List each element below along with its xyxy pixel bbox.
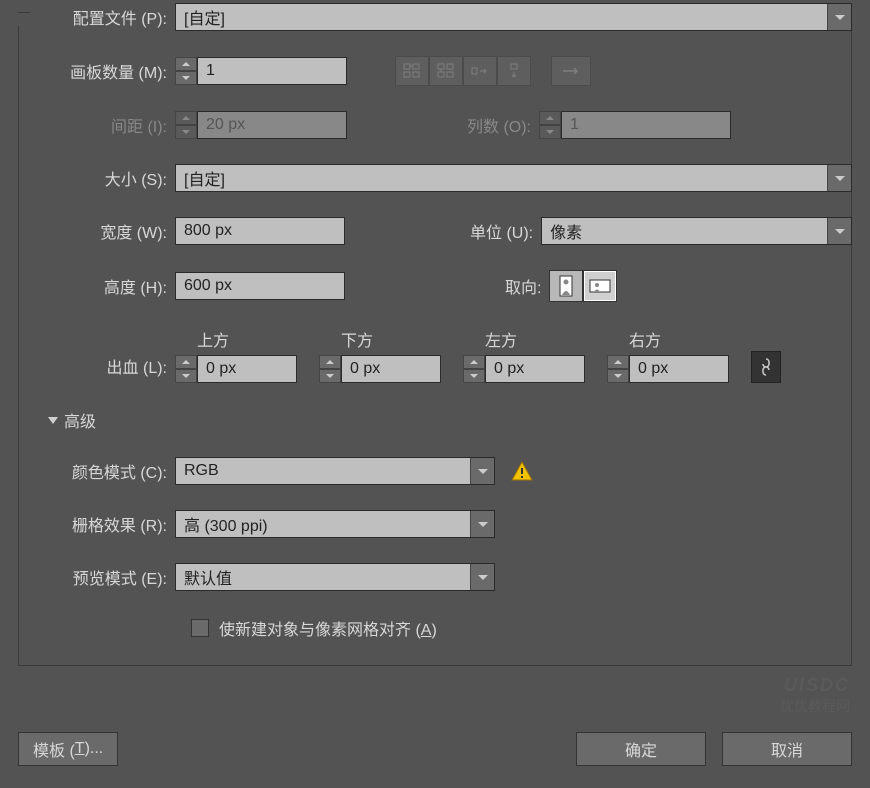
bleed-top-spinner[interactable]	[175, 355, 297, 383]
artboards-input[interactable]	[197, 57, 347, 85]
spin-down-icon[interactable]	[175, 369, 197, 383]
watermark: UISDC 优优教程网	[780, 675, 850, 716]
orientation-portrait[interactable]	[549, 270, 583, 302]
units-dropdown[interactable]: 像素	[541, 217, 852, 245]
height-input[interactable]	[175, 272, 345, 300]
colormode-value: RGB	[176, 462, 470, 480]
spin-down-icon[interactable]	[607, 369, 629, 383]
spacing-label: 间距 (I):	[30, 113, 175, 137]
spacing-spinner	[175, 111, 347, 139]
spin-up-icon[interactable]	[319, 355, 341, 369]
ok-button[interactable]: 确定	[576, 732, 706, 766]
size-label: 大小 (S):	[30, 166, 175, 190]
warning-icon	[511, 461, 533, 481]
bleed-right-label: 右方	[607, 327, 661, 351]
width-label: 宽度 (W):	[30, 219, 175, 243]
bleed-left-spinner[interactable]	[463, 355, 585, 383]
spin-up-icon[interactable]	[463, 355, 485, 369]
cancel-button[interactable]: 取消	[722, 732, 852, 766]
spin-down-icon	[175, 125, 197, 139]
colormode-dropdown[interactable]: RGB	[175, 457, 495, 485]
template-button[interactable]: 模板 (T)...	[18, 732, 118, 766]
spin-up-icon[interactable]	[607, 355, 629, 369]
artboard-layout-group	[395, 56, 531, 86]
colormode-label: 颜色模式 (C):	[30, 459, 175, 483]
bleed-top-input[interactable]	[197, 355, 297, 383]
size-dropdown[interactable]: [自定]	[175, 164, 852, 192]
raster-value: 高 (300 ppi)	[176, 512, 470, 536]
spacing-input	[197, 111, 347, 139]
profile-label: 配置文件 (P):	[30, 5, 175, 29]
preview-value: 默认值	[176, 565, 470, 589]
raster-label: 栅格效果 (R):	[30, 512, 175, 536]
bleed-bottom-input[interactable]	[341, 355, 441, 383]
bleed-left-label: 左方	[463, 327, 517, 351]
height-label: 高度 (H):	[30, 274, 175, 298]
spin-down-icon[interactable]	[319, 369, 341, 383]
bleed-top-label: 上方	[175, 327, 229, 351]
bleed-left-input[interactable]	[485, 355, 585, 383]
columns-label: 列数 (O):	[467, 113, 539, 137]
spin-down-icon[interactable]	[463, 369, 485, 383]
dropdown-arrow-icon[interactable]	[827, 218, 851, 244]
align-grid-checkbox[interactable]	[191, 619, 209, 637]
dropdown-arrow-icon[interactable]	[827, 165, 851, 191]
dropdown-arrow-icon[interactable]	[827, 4, 851, 30]
disclosure-triangle-icon	[48, 411, 58, 429]
bleed-bottom-spinner[interactable]	[319, 355, 441, 383]
dropdown-arrow-icon[interactable]	[470, 458, 494, 484]
profile-value: [自定]	[176, 5, 827, 29]
preview-label: 预览模式 (E):	[30, 565, 175, 589]
columns-spinner	[539, 111, 731, 139]
artboards-label: 画板数量 (M):	[30, 59, 175, 83]
profile-dropdown[interactable]: [自定]	[175, 3, 852, 31]
spin-up-icon	[175, 111, 197, 125]
size-value: [自定]	[176, 166, 827, 190]
units-label: 单位 (U):	[470, 219, 541, 243]
grid-by-col-icon	[429, 56, 463, 86]
spin-up-icon[interactable]	[175, 355, 197, 369]
raster-dropdown[interactable]: 高 (300 ppi)	[175, 510, 495, 538]
dropdown-arrow-icon[interactable]	[470, 511, 494, 537]
spin-down-icon	[539, 125, 561, 139]
units-value: 像素	[542, 219, 827, 243]
align-grid-label: 使新建对象与像素网格对齐 (A)	[219, 616, 437, 640]
bleed-bottom-label: 下方	[319, 327, 373, 351]
grid-by-row-icon	[395, 56, 429, 86]
bleed-right-input[interactable]	[629, 355, 729, 383]
link-bleed-button[interactable]	[751, 351, 781, 383]
bleed-label: 出血 (L):	[30, 354, 175, 383]
advanced-label: 高级	[64, 408, 96, 432]
advanced-section-header[interactable]: 高级	[48, 408, 852, 432]
columns-input	[561, 111, 731, 139]
bleed-right-spinner[interactable]	[607, 355, 729, 383]
spin-up-icon	[539, 111, 561, 125]
arrange-col-icon	[497, 56, 531, 86]
arrange-row-icon	[463, 56, 497, 86]
orientation-label: 取向:	[505, 274, 549, 298]
dropdown-arrow-icon[interactable]	[470, 564, 494, 590]
spin-up-icon[interactable]	[175, 57, 197, 71]
width-input[interactable]	[175, 217, 345, 245]
orientation-landscape[interactable]	[583, 270, 617, 302]
preview-dropdown[interactable]: 默认值	[175, 563, 495, 591]
artboards-spinner[interactable]	[175, 57, 347, 85]
rtl-arrow-icon	[551, 56, 591, 86]
spin-down-icon[interactable]	[175, 71, 197, 85]
